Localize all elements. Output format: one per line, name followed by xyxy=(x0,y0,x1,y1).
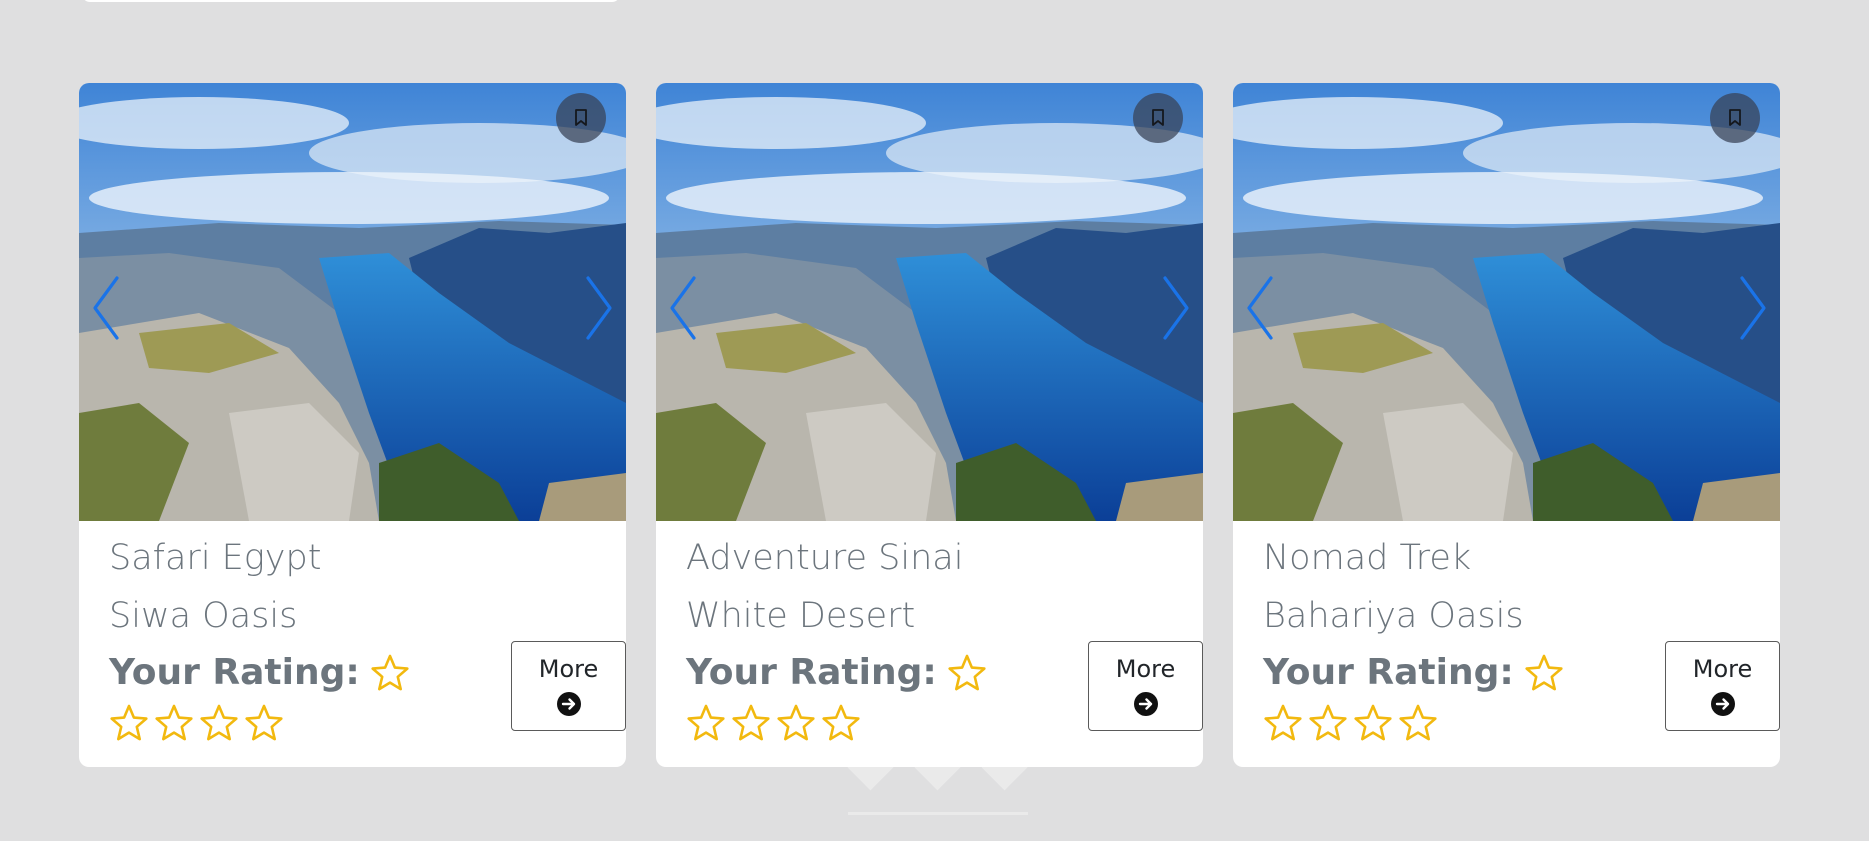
star-outline-icon xyxy=(370,653,410,693)
rating-star-icon[interactable] xyxy=(1398,703,1438,743)
carousel-next-button[interactable] xyxy=(578,273,618,343)
arrow-circle-right-icon xyxy=(1133,691,1159,717)
carousel-next-button[interactable] xyxy=(1155,273,1195,343)
trip-card: Safari Egypt Siwa Oasis Your Rating: Mor… xyxy=(79,83,626,767)
trip-title: Safari Egypt xyxy=(109,538,322,578)
carousel-prev-button[interactable] xyxy=(1241,273,1281,343)
rating-star-icon[interactable] xyxy=(1353,703,1393,743)
chevron-right-icon xyxy=(578,273,618,343)
trip-location: Siwa Oasis xyxy=(109,596,298,636)
rating-star-icon[interactable] xyxy=(154,703,194,743)
carousel-prev-button[interactable] xyxy=(87,273,127,343)
star-outline-icon xyxy=(1524,653,1564,693)
arrow-circle-right-icon xyxy=(556,691,582,717)
rating-star-icon[interactable] xyxy=(821,703,861,743)
bookmark-icon xyxy=(1728,109,1742,127)
trip-location: White Desert xyxy=(686,596,916,636)
chevron-right-icon xyxy=(1155,273,1195,343)
search-input-edge[interactable] xyxy=(82,0,620,2)
bookmark-button[interactable] xyxy=(556,93,606,143)
more-button[interactable]: More xyxy=(1665,641,1780,731)
bookmark-icon xyxy=(1151,109,1165,127)
trip-card: Adventure Sinai White Desert Your Rating… xyxy=(656,83,1203,767)
rating-star-icon[interactable] xyxy=(109,703,149,743)
rating-label: Your Rating: xyxy=(109,652,360,693)
trip-title: Nomad Trek xyxy=(1263,538,1472,578)
chevron-left-icon xyxy=(1241,273,1281,343)
trip-card: Nomad Trek Bahariya Oasis Your Rating: M… xyxy=(1233,83,1780,767)
trip-photo xyxy=(1233,83,1780,521)
rating-label: Your Rating: xyxy=(686,652,937,693)
rating-star-icon[interactable] xyxy=(1263,703,1303,743)
chevron-left-icon xyxy=(87,273,127,343)
bookmark-button[interactable] xyxy=(1710,93,1760,143)
rating-star-icon[interactable] xyxy=(1308,703,1348,743)
star-outline-icon xyxy=(947,653,987,693)
trip-title: Adventure Sinai xyxy=(686,538,964,578)
trip-photo xyxy=(79,83,626,521)
carousel-next-button[interactable] xyxy=(1732,273,1772,343)
trip-location: Bahariya Oasis xyxy=(1263,596,1524,636)
bookmark-button[interactable] xyxy=(1133,93,1183,143)
rating-star-icon[interactable] xyxy=(244,703,284,743)
rating-star-icon[interactable] xyxy=(776,703,816,743)
more-button[interactable]: More xyxy=(511,641,626,731)
chevron-right-icon xyxy=(1732,273,1772,343)
rating-star-icon[interactable] xyxy=(731,703,771,743)
more-button-label: More xyxy=(538,655,599,683)
trip-photo xyxy=(656,83,1203,521)
arrow-circle-right-icon xyxy=(1710,691,1736,717)
more-button-label: More xyxy=(1115,655,1176,683)
more-button-label: More xyxy=(1692,655,1753,683)
more-button[interactable]: More xyxy=(1088,641,1203,731)
rating-star-icon[interactable] xyxy=(199,703,239,743)
rating-label: Your Rating: xyxy=(1263,652,1514,693)
chevron-left-icon xyxy=(664,273,704,343)
carousel-prev-button[interactable] xyxy=(664,273,704,343)
rating-star-icon[interactable] xyxy=(686,703,726,743)
bookmark-icon xyxy=(574,109,588,127)
